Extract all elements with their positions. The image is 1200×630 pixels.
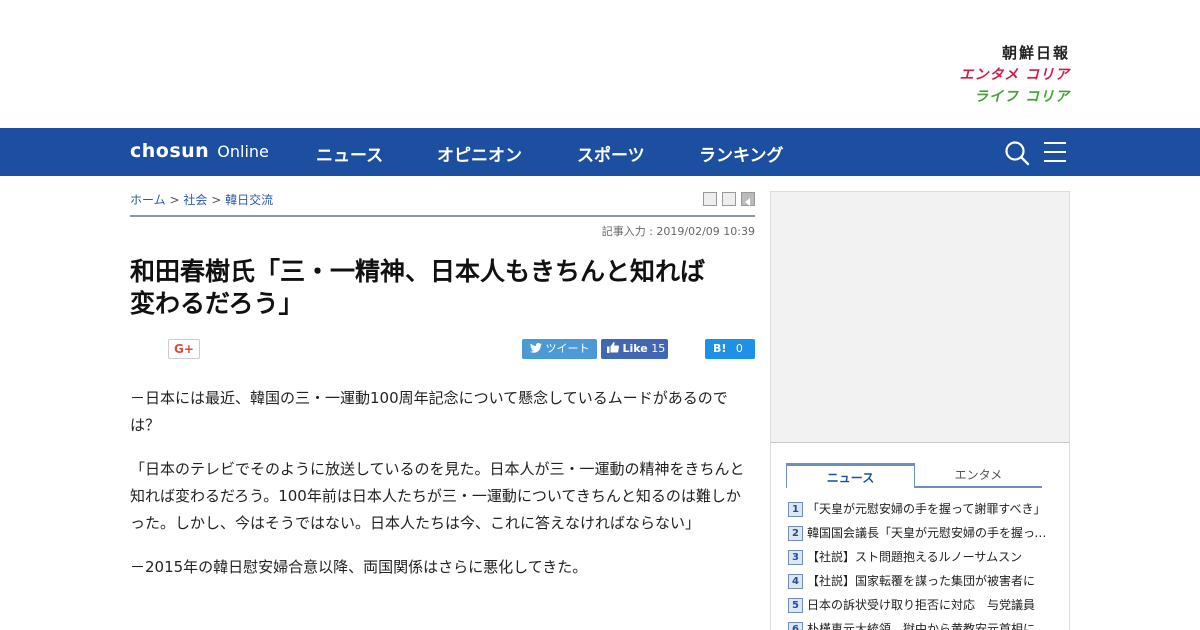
thumbs-up-icon: [607, 342, 620, 353]
hatena-bookmark-icon: B!: [713, 342, 727, 355]
ranking-item[interactable]: 6 朴槿恵元大統領、獄中から黄教安元首相に: [788, 621, 1050, 630]
ranking-number: 6: [788, 622, 803, 630]
back-arrow-icon[interactable]: [741, 192, 755, 206]
headline-line-1: 和田春樹氏「三・一精神、日本人もきちんと知れば: [130, 257, 706, 286]
ranking-panel: ニュース エンタメ 1 「天皇が元慰安婦の手を握って謝罪すべき」 2 韓国国会議…: [770, 443, 1070, 630]
ranking-title: 韓国国会議長「天皇が元慰安婦の手を握って」: [807, 526, 1047, 540]
twitter-bird-icon: [530, 343, 542, 353]
site-logo-bold: chosun: [130, 140, 210, 162]
posted-date: 記事入力 : 2019/02/09 10:39: [601, 225, 755, 238]
google-plus-share-button[interactable]: G+: [168, 339, 200, 359]
ranking-number: 4: [788, 574, 803, 589]
ranking-title: 【社説】スト問題抱えるルノーサムスン: [807, 550, 1023, 564]
ranking-item[interactable]: 3 【社説】スト問題抱えるルノーサムスン: [788, 549, 1050, 573]
tweet-button[interactable]: ツイート: [522, 339, 597, 359]
ranking-title: 日本の訴状受け取り拒否に対応 与党議員: [807, 598, 1036, 612]
tab-entame[interactable]: エンタメ: [915, 463, 1042, 488]
article-text-icon[interactable]: [722, 192, 736, 206]
ranking-title: 朴槿恵元大統領、獄中から黄教安元首相に: [807, 622, 1036, 630]
nav-item-opinion[interactable]: オピニオン: [437, 141, 522, 166]
facebook-like-count: 15: [651, 342, 666, 355]
breadcrumb-subsection[interactable]: 韓日交流: [225, 193, 273, 207]
tab-news[interactable]: ニュース: [786, 463, 915, 488]
breadcrumb: ホーム > 社会 > 韓日交流: [130, 191, 273, 208]
nav-item-news[interactable]: ニュース: [316, 141, 383, 166]
breadcrumb-section[interactable]: 社会: [183, 193, 207, 207]
article-headline: 和田春樹氏「三・一精神、日本人もきちんと知れば 変わるだろう」: [130, 256, 755, 320]
chosun-ilbo-logo-link[interactable]: 朝鮮日報: [930, 42, 1070, 64]
hatena-bookmark-count: 0: [735, 342, 743, 355]
main-nav: chosun Online ニュース オピニオン スポーツ ランキング: [0, 128, 1200, 176]
entame-korea-logo-link[interactable]: エンタメ コリア: [930, 64, 1070, 86]
facebook-like-label: Like: [622, 342, 648, 355]
breadcrumb-separator: >: [211, 193, 222, 207]
site-logo-light: Online: [217, 142, 269, 161]
print-icon[interactable]: [703, 192, 717, 206]
sidebar-ad-slot: [770, 191, 1070, 443]
ranking-number: 5: [788, 598, 803, 613]
headline-line-2: 変わるだろう」: [130, 289, 304, 318]
brand-logos: 朝鮮日報 エンタメ コリア ライフ コリア: [930, 42, 1070, 108]
ranking-number: 3: [788, 550, 803, 565]
header-divider: [130, 215, 755, 217]
article-body: －日本には最近、韓国の三・一運動100周年記念について懸念しているムードがあるの…: [130, 385, 755, 598]
article-paragraph: 「日本のテレビでそのように放送しているのを見た。日本人が三・一運動の精神をきちん…: [130, 460, 745, 532]
hatena-bookmark-button[interactable]: B! 0: [705, 339, 755, 359]
nav-item-sports[interactable]: スポーツ: [577, 141, 645, 166]
ranking-item[interactable]: 4 【社説】国家転覆を謀った集団が被害者に: [788, 573, 1050, 597]
top-header: 朝鮮日報 エンタメ コリア ライフ コリア: [0, 0, 1200, 128]
ranking-item[interactable]: 2 韓国国会議長「天皇が元慰安婦の手を握って」: [788, 525, 1050, 549]
article-paragraph: －日本には最近、韓国の三・一運動100周年記念について懸念しているムードがあるの…: [130, 389, 728, 434]
life-korea-logo-link[interactable]: ライフ コリア: [930, 86, 1070, 108]
site-logo[interactable]: chosun Online: [130, 140, 269, 162]
hamburger-menu-icon[interactable]: [1043, 141, 1067, 163]
ranking-item[interactable]: 1 「天皇が元慰安婦の手を握って謝罪すべき」: [788, 501, 1050, 525]
ranking-number: 2: [788, 526, 803, 541]
article-paragraph: －2015年の韓日慰安婦合意以降、両国関係はさらに悪化してきた。: [130, 558, 588, 576]
ranking-item[interactable]: 5 日本の訴状受け取り拒否に対応 与党議員: [788, 597, 1050, 621]
ranking-title: 「天皇が元慰安婦の手を握って謝罪すべき」: [807, 502, 1046, 516]
breadcrumb-home[interactable]: ホーム: [130, 193, 166, 207]
facebook-like-button[interactable]: Like 15: [601, 339, 668, 359]
breadcrumb-separator: >: [169, 193, 180, 207]
search-icon[interactable]: [1004, 140, 1030, 166]
article-tools: [703, 192, 755, 206]
ranking-list: 1 「天皇が元慰安婦の手を握って謝罪すべき」 2 韓国国会議長「天皇が元慰安婦の…: [788, 501, 1050, 630]
nav-item-ranking[interactable]: ランキング: [699, 141, 784, 166]
tweet-label: ツイート: [545, 342, 590, 355]
ranking-title: 【社説】国家転覆を謀った集団が被害者に: [807, 574, 1036, 588]
ranking-number: 1: [788, 502, 803, 517]
